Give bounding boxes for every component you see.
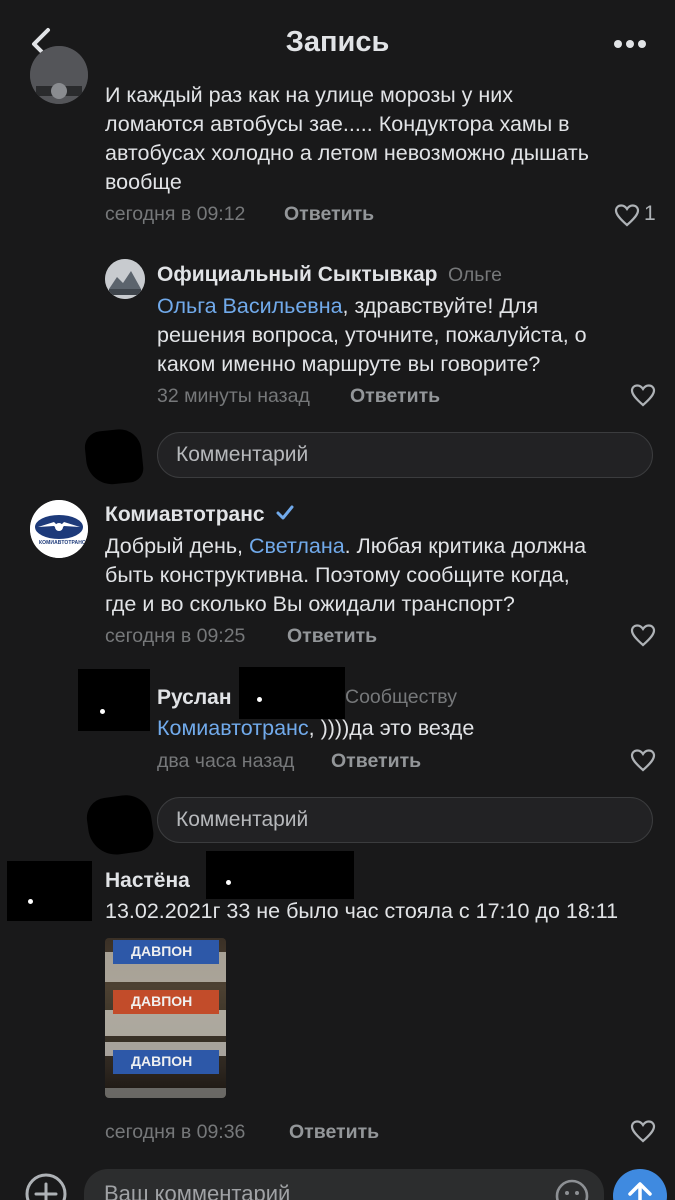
photo-sign: ДАВПОН [113, 1050, 219, 1074]
logo-text: КОМИАВТОТРАНС [39, 540, 86, 546]
arrow-up-icon [613, 1169, 667, 1200]
comment-text: И каждый раз как на улице морозы у них л… [105, 81, 665, 197]
like-button[interactable] [630, 748, 658, 776]
reply-button[interactable]: Ответить [331, 750, 421, 773]
comment-header: Руслан [157, 686, 232, 710]
heart-icon [630, 384, 656, 407]
comment-header: Комиавтотранс [105, 503, 295, 527]
komiavtotrans-logo [30, 500, 88, 558]
input-placeholder: Ваш комментарий [104, 1181, 291, 1200]
like-button[interactable] [630, 383, 658, 411]
comment-text: Добрый день, Светлана. Любая критика дол… [105, 532, 665, 619]
reply-comment-input[interactable]: Комментарий [157, 797, 653, 843]
reply-button[interactable]: Ответить [287, 625, 377, 648]
comment-text: Комиавтотранс, ))))да это везде [157, 714, 657, 743]
comment-text-line: ломаются автобусы зае..... Кондуктора ха… [105, 112, 570, 136]
redacted-avatar [84, 791, 156, 859]
comment-text-line: Добрый день, Светлана. Любая критика дол… [105, 532, 665, 561]
add-attachment-button[interactable] [24, 1172, 68, 1200]
author-name[interactable]: Официальный Сыктывкар [157, 263, 438, 286]
comment-text-line: быть конструктивна. Поэтому сообщите ког… [105, 563, 570, 587]
like-count: 1 [644, 202, 656, 225]
mention-link[interactable]: Светлана [249, 534, 345, 558]
plus-circle-icon [25, 1173, 67, 1200]
reply-comment-input[interactable]: Комментарий [157, 432, 653, 478]
comment-photo[interactable]: ДАВПОН ДАВПОН ДАВПОН [105, 938, 226, 1098]
reply-button[interactable]: Ответить [284, 203, 374, 226]
redacted-avatar [78, 669, 150, 731]
like-button[interactable]: 1 [614, 201, 659, 229]
photo-sign: ДАВПОН [113, 940, 219, 964]
comment-text-line: где и во сколько Вы ожидали транспорт? [105, 592, 515, 616]
verified-check-icon [276, 505, 294, 520]
comment-time: два часа назад [157, 750, 295, 772]
comment-text-fragment: , здравствуйте! Для [342, 294, 539, 318]
comment-text-line: И каждый раз как на улице морозы у них [105, 83, 514, 107]
comment-text-line: решения вопроса, уточните, пожалуйста, о [157, 323, 587, 347]
reply-addressee: Сообществу [345, 686, 457, 708]
comment-text-line: автобусах холодно а летом невозможно дыш… [105, 141, 589, 165]
smile-icon [555, 1179, 589, 1200]
page-title: Запись [285, 26, 390, 58]
avatar[interactable] [105, 259, 145, 299]
redacted-avatar [7, 861, 92, 921]
reply-button[interactable]: Ответить [350, 385, 440, 408]
comment-time: сегодня в 09:36 [105, 1121, 246, 1143]
avatar[interactable]: КОМИАВТОТРАНС [30, 500, 88, 558]
comment-time: сегодня в 09:25 [105, 625, 246, 647]
emoji-button[interactable] [554, 1178, 590, 1200]
like-button[interactable] [630, 623, 658, 651]
author-name[interactable]: Руслан [157, 686, 232, 709]
redacted-avatar [83, 427, 145, 487]
top-bar: Запись [0, 0, 675, 88]
heart-icon [630, 624, 656, 647]
heart-icon [630, 749, 656, 772]
photo-sign: ДАВПОН [113, 990, 219, 1014]
author-name[interactable]: Комиавтотранс [105, 503, 265, 526]
input-placeholder: Комментарий [176, 808, 309, 831]
redacted-name [206, 851, 354, 899]
heart-icon [630, 1120, 656, 1143]
comment-time: сегодня в 09:12 [105, 203, 246, 225]
comment-text: 13.02.2021г 33 не было час стояла с 17:1… [105, 899, 619, 923]
comment-text-fragment: , ))))да это везде [308, 716, 475, 740]
comment-header: Настёна [105, 869, 190, 893]
avatar[interactable] [30, 46, 88, 104]
reply-button[interactable]: Ответить [289, 1121, 379, 1144]
comment-time: 32 минуты назад [157, 385, 310, 407]
author-name[interactable]: Настёна [105, 869, 190, 892]
comment-text-fragment: . Любая критика должна [344, 534, 587, 558]
comment-text-line: Ольга Васильевна, здравствуйте! Для [157, 292, 657, 321]
like-button[interactable] [630, 1119, 658, 1147]
more-button[interactable] [612, 34, 648, 54]
comment-header: Официальный Сыктывкар Ольге [157, 263, 502, 287]
comment-text: Ольга Васильевна, здравствуйте! Для реше… [157, 292, 657, 379]
more-horizontal-icon [614, 40, 646, 48]
avatar-image [105, 259, 145, 299]
mention-link[interactable]: Ольга Васильевна [157, 294, 343, 318]
send-button[interactable] [613, 1169, 667, 1200]
comment-text-line: вообще [105, 170, 182, 194]
reply-addressee: Ольге [447, 264, 502, 286]
redacted-name [239, 667, 345, 719]
mention-link[interactable]: Комиавтотранс [157, 716, 309, 740]
input-placeholder: Комментарий [176, 443, 309, 466]
comment-text-line: каком именно маршруте вы говорите? [157, 352, 541, 376]
comment-text-fragment: Добрый день, [105, 534, 249, 558]
avatar-image [30, 46, 88, 104]
heart-icon [614, 204, 640, 227]
comment-input[interactable]: Ваш комментарий [84, 1169, 604, 1200]
